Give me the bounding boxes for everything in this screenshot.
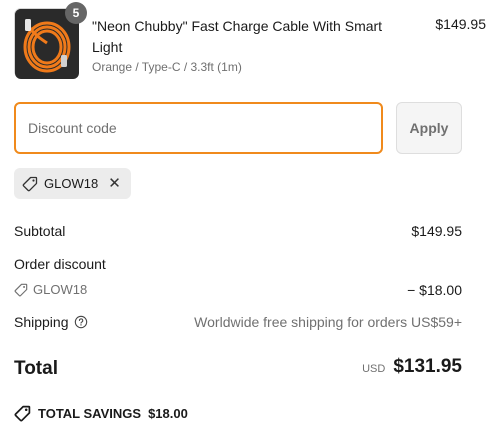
order-discount-label: Order discount bbox=[14, 256, 106, 272]
shipping-value: Worldwide free shipping for orders US$59… bbox=[194, 314, 462, 330]
close-icon[interactable]: ✕ bbox=[108, 176, 121, 191]
discount-code-input[interactable] bbox=[14, 102, 383, 154]
total-value: $131.95 bbox=[393, 356, 462, 377]
help-icon[interactable] bbox=[74, 315, 88, 329]
currency-code: USD bbox=[362, 363, 386, 375]
tag-icon bbox=[22, 176, 38, 191]
total-amount-group: USD $131.95 bbox=[362, 356, 462, 378]
discount-row: Apply bbox=[14, 102, 462, 154]
subtotal-row: Subtotal $149.95 bbox=[14, 223, 462, 239]
total-row: Total USD $131.95 bbox=[14, 356, 462, 380]
shipping-label-group: Shipping bbox=[14, 314, 88, 330]
line-item: 5 "Neon Chubby" Fast Charge Cable With S… bbox=[14, 2, 486, 80]
savings-label: TOTAL SAVINGS bbox=[38, 406, 142, 421]
quantity-badge: 5 bbox=[65, 2, 87, 24]
discount-code-row: GLOW18 − $18.00 bbox=[14, 282, 462, 300]
product-title: "Neon Chubby" Fast Charge Cable With Sma… bbox=[92, 18, 383, 55]
order-summary: 5 "Neon Chubby" Fast Charge Cable With S… bbox=[0, 0, 500, 441]
shipping-label: Shipping bbox=[14, 314, 69, 330]
discount-code-text: GLOW18 bbox=[33, 282, 88, 297]
order-discount-row: Order discount bbox=[14, 256, 462, 272]
savings-value: $18.00 bbox=[148, 406, 188, 421]
applied-discount-chip: GLOW18 ✕ bbox=[14, 168, 131, 199]
product-info: "Neon Chubby" Fast Charge Cable With Sma… bbox=[92, 16, 392, 74]
product-thumbnail: 5 bbox=[14, 2, 87, 79]
savings-tag-icon bbox=[14, 405, 31, 422]
product-price: $149.95 bbox=[435, 16, 486, 32]
discount-value: − $18.00 bbox=[407, 282, 462, 298]
tag-icon bbox=[14, 283, 28, 296]
applied-code-label: GLOW18 bbox=[44, 176, 99, 191]
discount-code-detail: GLOW18 bbox=[14, 282, 87, 297]
total-label: Total bbox=[14, 358, 58, 379]
apply-button[interactable]: Apply bbox=[396, 102, 462, 154]
subtotal-value: $149.95 bbox=[411, 223, 462, 239]
shipping-row: Shipping Worldwide free shipping for ord… bbox=[14, 314, 462, 330]
total-savings: TOTAL SAVINGS $18.00 bbox=[14, 405, 188, 422]
subtotal-label: Subtotal bbox=[14, 223, 66, 239]
product-variant: Orange / Type-C / 3.3ft (1m) bbox=[92, 60, 242, 74]
